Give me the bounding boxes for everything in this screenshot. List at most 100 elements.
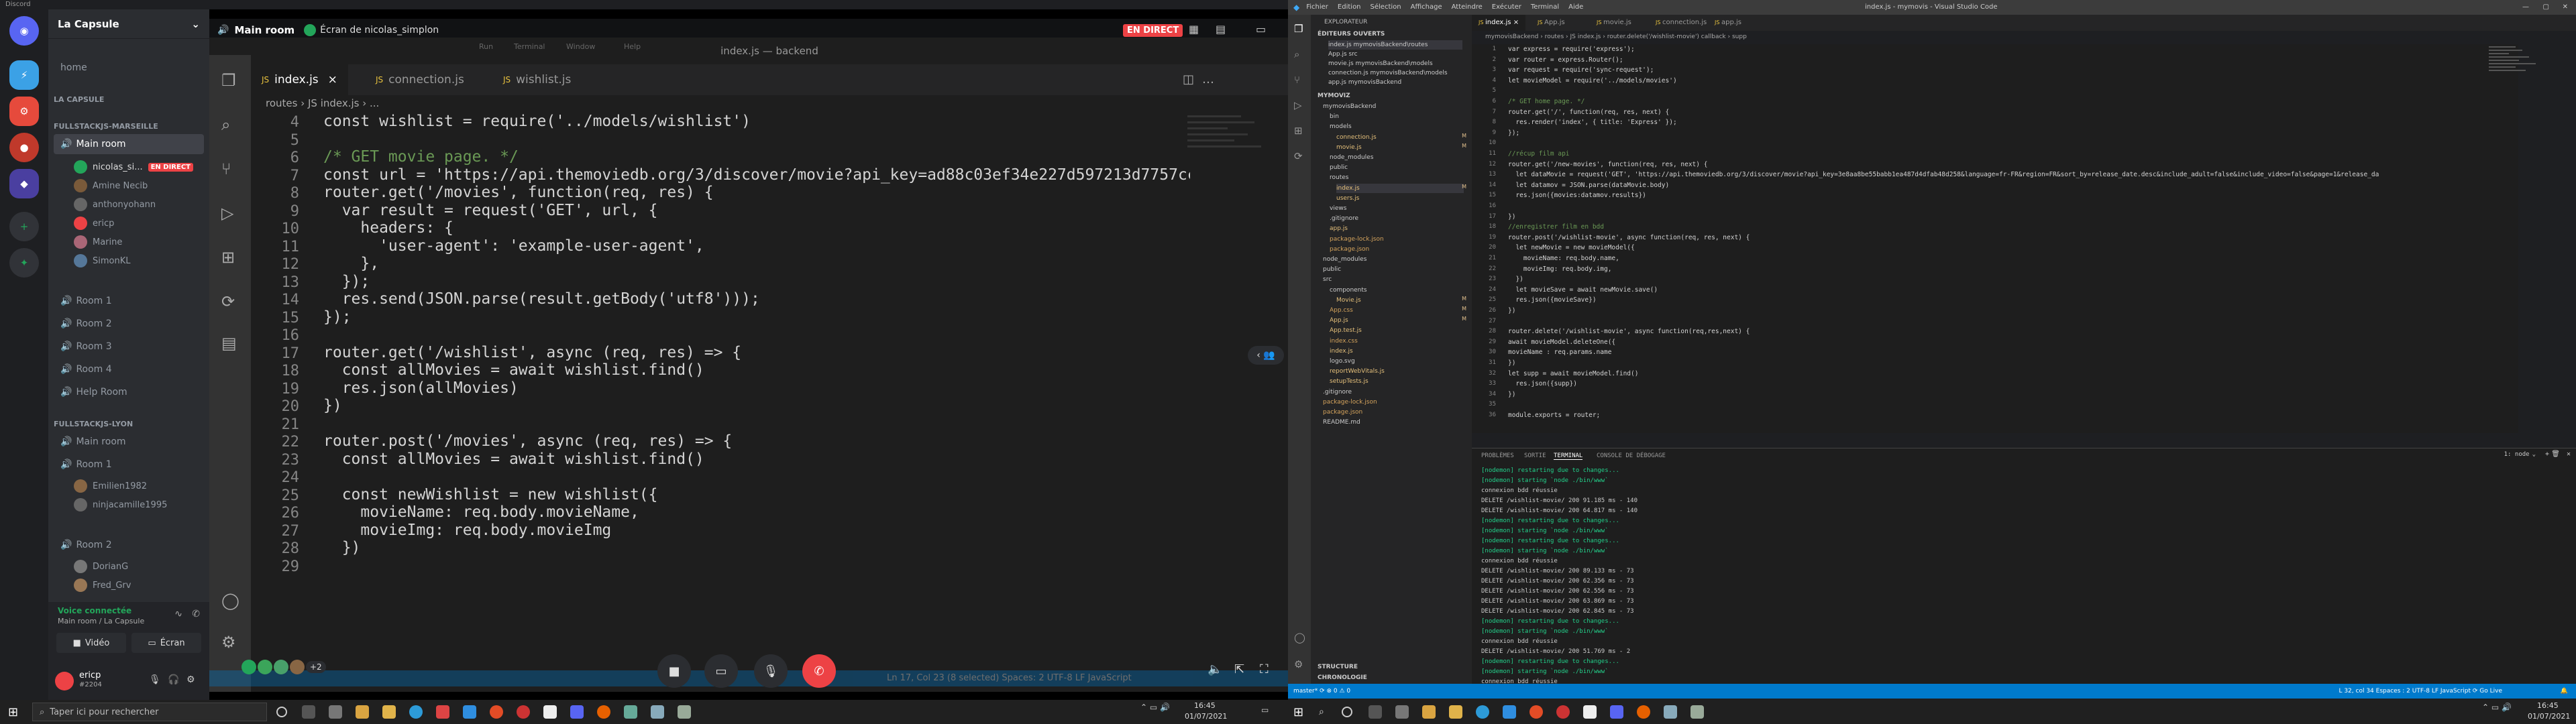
notes-icon[interactable]	[1583, 705, 1597, 719]
category[interactable]: FULLSTACKJS-LYON	[54, 420, 133, 428]
tree-item[interactable]: logo.svg	[1330, 357, 1355, 366]
add-terminal-icon[interactable]: +	[2545, 450, 2549, 458]
panel-tab[interactable]: PROBLÈMES	[1481, 452, 1514, 459]
voice-user[interactable]: Marine	[74, 233, 122, 251]
voice-user[interactable]: Amine Necib	[74, 177, 148, 194]
screen-share-button[interactable]: ▭	[704, 654, 738, 688]
server-icon[interactable]: ⚙	[9, 97, 39, 126]
tree-item[interactable]: views	[1330, 204, 1346, 213]
chat-icon[interactable]: ▤	[1216, 23, 1226, 36]
disconnect-icon[interactable]: ✆	[192, 609, 200, 619]
discord-icon[interactable]	[1610, 705, 1623, 719]
app-icon[interactable]	[651, 705, 664, 719]
tree-item[interactable]: node_modules	[1330, 153, 1373, 162]
windows-start-icon[interactable]: ⊞	[1293, 705, 1303, 719]
tree-item[interactable]: index.css	[1330, 337, 1358, 346]
cortana-icon[interactable]	[276, 707, 287, 717]
app-icon[interactable]	[517, 705, 530, 719]
grid-icon[interactable]: ▦	[1189, 23, 1199, 36]
vscode-icon[interactable]	[463, 705, 476, 719]
minimap[interactable]	[2489, 44, 2549, 125]
open-editor-item[interactable]: index.js mymovisBackend\routes	[1328, 40, 1462, 50]
clock-time[interactable]: 16:45	[2537, 701, 2559, 710]
app-icon[interactable]	[1664, 705, 1677, 719]
menu-item[interactable]: Affichage	[1411, 0, 1442, 15]
open-editor-item[interactable]: connection.js mymovisBackend\models	[1328, 68, 1448, 78]
bell-icon[interactable]: 🔔	[2561, 684, 2568, 699]
account-icon[interactable]: ◯	[1294, 631, 1305, 644]
microphone-icon[interactable]: 🎙	[149, 674, 161, 685]
add-server-icon[interactable]: +	[9, 212, 39, 241]
category[interactable]: FULLSTACKJS-MARSEILLE	[54, 122, 158, 131]
gear-icon[interactable]: ⚙	[186, 674, 195, 685]
task-view-icon[interactable]	[1368, 705, 1382, 719]
tree-item[interactable]: setupTests.js	[1330, 377, 1368, 386]
menu-item[interactable]: Aide	[1568, 0, 1583, 15]
close-icon[interactable]: ✕	[2567, 450, 2571, 458]
tree-item[interactable]: node_modules	[1323, 255, 1366, 264]
discord-home-icon[interactable]: ◉	[9, 16, 39, 46]
tree-item[interactable]: users.js	[1336, 194, 1359, 203]
open-editor-item[interactable]: App.js src	[1328, 50, 1358, 59]
tree-item[interactable]: package.json	[1323, 408, 1362, 417]
outline-header[interactable]: STRUCTURE	[1318, 662, 1358, 672]
member-list-toggle[interactable]: ‹ 👥	[1248, 346, 1284, 365]
open-editors-header[interactable]: ÉDITEURS OUVERTS	[1318, 29, 1385, 39]
tray-icons[interactable]: ⌃ ▭ 🔊	[1140, 703, 1170, 712]
timeline-header[interactable]: CHRONOLOGIE	[1318, 673, 1367, 682]
tree-item[interactable]: App.css	[1330, 306, 1353, 315]
menu-item[interactable]: Fichier	[1306, 0, 1328, 15]
open-editor-item[interactable]: movie.js mymovisBackend\models	[1328, 59, 1433, 68]
popout-icon[interactable]: ⇱	[1234, 662, 1244, 676]
status-right[interactable]: L 32, col 34 Espaces : 2 UTF-8 LF JavaSc…	[2339, 684, 2502, 699]
tree-item[interactable]: mymovisBackend	[1323, 102, 1376, 111]
tree-item[interactable]: App.test.js	[1330, 326, 1362, 335]
app-icon[interactable]	[624, 705, 637, 719]
panel-tab[interactable]: TERMINAL	[1554, 452, 1583, 460]
search-icon[interactable]: ⌕	[1319, 707, 1324, 717]
category[interactable]: LA CAPSULE	[54, 95, 104, 104]
tree-item[interactable]: routes	[1330, 173, 1348, 182]
tree-item[interactable]: package.json	[1330, 245, 1369, 254]
tree-item[interactable]: movie.js	[1336, 143, 1362, 152]
voice-user[interactable]: ninjacamille1995	[74, 496, 167, 514]
chrome-icon[interactable]	[490, 705, 503, 719]
voice-user[interactable]: Fred_Grv	[74, 577, 131, 594]
tree-item[interactable]: .gitignore	[1330, 214, 1358, 223]
tree-item[interactable]: public	[1330, 163, 1348, 172]
clock-date[interactable]: 01/07/2021	[1185, 712, 1227, 721]
channel-room-2-lyon[interactable]: 🔊 Room 2	[54, 535, 204, 555]
channel-room-1[interactable]: 🔊 Room 1	[54, 291, 204, 311]
tree-item[interactable]: .gitignore	[1323, 387, 1352, 397]
calculator-icon[interactable]	[329, 705, 342, 719]
tree-item[interactable]: app.js	[1330, 224, 1348, 233]
explore-icon[interactable]: ✦	[9, 248, 39, 278]
voice-user[interactable]: DorianG	[74, 558, 128, 575]
settings-icon[interactable]: ⚙	[1294, 658, 1303, 670]
edge-icon[interactable]	[1476, 705, 1489, 719]
editor-tab[interactable]: JS index.js ×	[1472, 15, 1526, 31]
firefox-icon[interactable]	[597, 705, 610, 719]
camera-toggle-button[interactable]: ■	[657, 654, 691, 688]
debug-icon[interactable]: ▷	[1294, 99, 1302, 111]
channel-home[interactable]: home	[54, 58, 204, 78]
discord-icon[interactable]	[570, 705, 584, 719]
tray-icons[interactable]: ⌃ ▭ 🔊	[2482, 703, 2512, 712]
tree-item[interactable]: index.js	[1336, 183, 1464, 193]
channel-main-room-lyon[interactable]: 🔊 Main room	[54, 432, 204, 452]
editor-tab[interactable]: JS app.js	[1708, 15, 1748, 31]
server-icon[interactable]: ⚡	[9, 60, 39, 90]
editor-tab[interactable]: JS movie.js	[1590, 15, 1638, 31]
remote-icon[interactable]: ⟳	[1294, 150, 1303, 162]
app-icon[interactable]	[436, 705, 449, 719]
screen-share-button[interactable]: ▭ Écran	[131, 633, 201, 653]
open-editor-item[interactable]: app.js mymovisBackend	[1328, 78, 1401, 87]
store-icon[interactable]	[356, 705, 369, 719]
tree-item[interactable]: package-lock.json	[1330, 235, 1384, 244]
popout-icon[interactable]: ▭	[1256, 23, 1266, 36]
server-icon[interactable]: ●	[9, 133, 39, 162]
cortana-icon[interactable]	[1342, 707, 1352, 717]
server-icon[interactable]: ◆	[9, 169, 39, 198]
tree-item[interactable]: src	[1323, 275, 1332, 284]
tree-item[interactable]: Movie.js	[1336, 296, 1361, 305]
